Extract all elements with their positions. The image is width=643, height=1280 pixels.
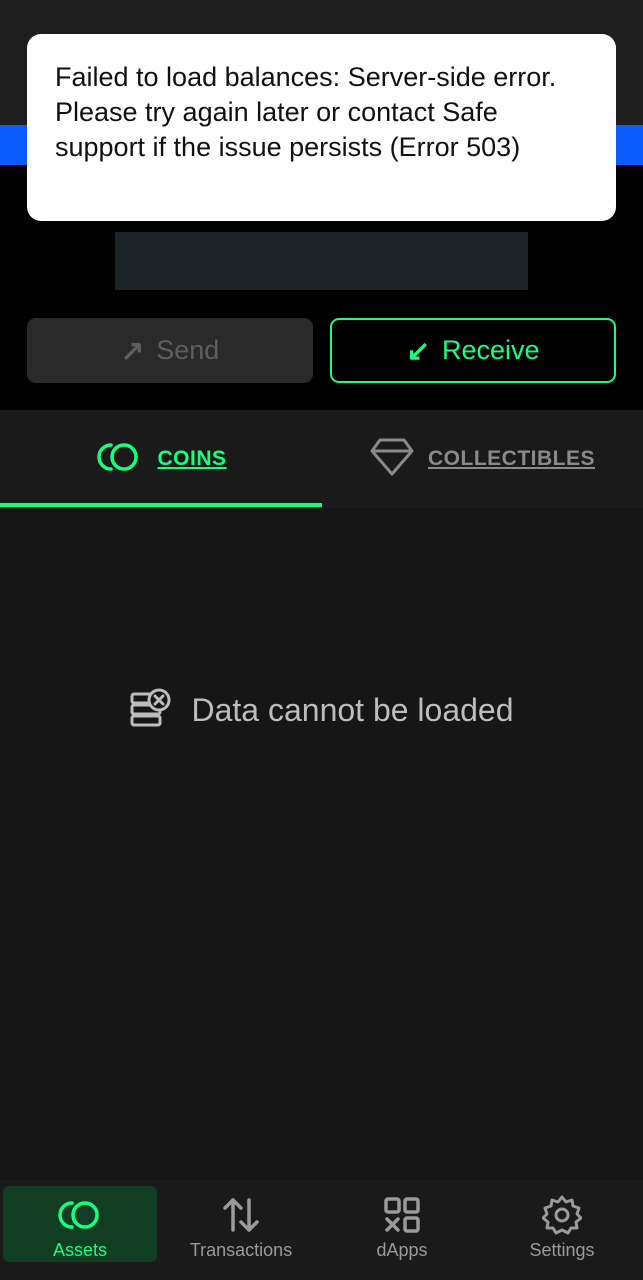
nav-dapps-label: dApps [376,1240,428,1260]
arrow-down-left-icon: ↙ [406,335,430,366]
dapps-icon [383,1196,421,1234]
bottom-nav: Assets Transactions dApps Settings [0,1180,643,1280]
empty-state-message: Data cannot be loaded [191,691,514,728]
send-button-label: Send [156,335,220,365]
nav-settings[interactable]: Settings [485,1186,639,1262]
nav-assets-label: Assets [52,1240,108,1260]
nav-settings-label: Settings [529,1240,595,1260]
error-toast[interactable]: Failed to load balances: Server-side err… [27,34,616,221]
error-toast-message: Failed to load balances: Server-side err… [55,62,557,162]
tab-coins-label: COINS [157,447,227,470]
receive-button-label: Receive [441,335,540,365]
nav-transactions[interactable]: Transactions [164,1186,318,1262]
diamond-icon [370,437,414,482]
tab-coins[interactable]: COINS [0,410,322,508]
receive-button[interactable]: ↙ Receive [330,318,616,383]
empty-state: Data cannot be loaded [0,680,643,740]
asset-tabs: COINS COLLECTIBLES [0,410,643,508]
nav-transactions-label: Transactions [189,1240,293,1260]
transactions-icon [221,1196,261,1234]
send-button[interactable]: ↗ Send [27,318,313,383]
balance-skeleton [115,232,528,290]
tab-indicator [0,503,322,507]
coins-icon [56,1196,104,1234]
arrow-up-right-icon: ↗ [120,335,145,366]
tab-collectibles[interactable]: COLLECTIBLES [322,410,643,508]
data-error-icon [129,688,171,733]
nav-assets[interactable]: Assets [3,1186,157,1262]
tab-collectibles-label: COLLECTIBLES [428,447,595,470]
nav-dapps[interactable]: dApps [325,1186,479,1262]
gear-icon [542,1195,582,1235]
coins-icon [95,441,143,478]
